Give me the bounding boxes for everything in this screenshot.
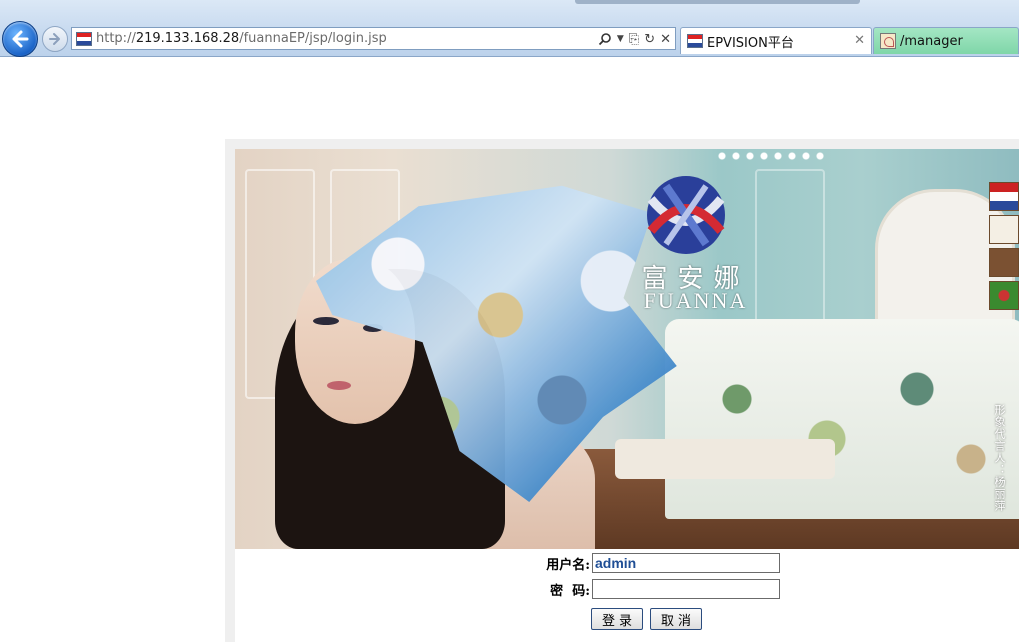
search-icon[interactable] — [598, 32, 612, 46]
bench — [615, 439, 835, 479]
compat-view-icon[interactable]: ⎘ — [629, 32, 639, 47]
chandelier — [715, 149, 825, 163]
username-label: 用户名: — [546, 557, 590, 573]
password-input[interactable] — [592, 579, 780, 599]
model-lips — [327, 381, 351, 390]
refresh-icon[interactable]: ↻ — [644, 32, 655, 47]
fuanna-logo-icon — [647, 176, 725, 254]
tab-flag-icon — [687, 34, 703, 48]
banner-image: 富安娜 FUANNA 形象代言人：杨丽萍 — [235, 149, 1019, 549]
password-label: 密 码: — [550, 583, 590, 599]
browser-chrome: http://219.133.168.28/fuannaEP/jsp/login… — [0, 0, 1019, 57]
login-button[interactable]: 登录 — [591, 608, 643, 630]
arrow-left-icon — [12, 30, 29, 48]
bed — [665, 319, 1019, 519]
brand-strip — [989, 182, 1019, 317]
brand-flag-icon — [989, 182, 1019, 211]
brand-flower-icon — [989, 281, 1019, 310]
back-button[interactable] — [2, 21, 38, 57]
tab-label: EPVISION平台 — [707, 35, 794, 51]
dropdown-arrow-icon[interactable]: ▼ — [617, 34, 624, 44]
username-row: 用户名: — [235, 552, 780, 574]
tab-manager[interactable]: /manager — [873, 27, 1019, 54]
site-flag-icon — [76, 32, 92, 46]
address-bar[interactable]: http://219.133.168.28/fuannaEP/jsp/login… — [71, 27, 676, 50]
login-frame: 富安娜 FUANNA 形象代言人：杨丽萍 用户名: 密 码: 登录 取消 — [225, 139, 1019, 642]
login-form: 用户名: 密 码: 登录 取消 — [235, 549, 1019, 642]
tab-label: /manager — [900, 33, 963, 49]
model-eye — [313, 317, 339, 325]
address-url[interactable]: http://219.133.168.28/fuannaEP/jsp/login… — [96, 31, 387, 46]
arrow-right-icon — [49, 33, 60, 45]
forward-button[interactable] — [42, 26, 68, 52]
spokesperson-caption: 形象代言人：杨丽萍 — [993, 404, 1006, 512]
title-strip — [575, 0, 860, 4]
tab-epvision[interactable]: EPVISION平台 ✕ — [680, 27, 872, 54]
page-icon — [880, 33, 896, 49]
logo-text-en: FUANNA — [643, 288, 748, 313]
password-row: 密 码: — [235, 578, 780, 600]
username-input[interactable] — [592, 553, 780, 573]
close-icon[interactable]: ✕ — [854, 33, 865, 48]
stop-icon[interactable]: ✕ — [660, 32, 671, 47]
fuanna-logo: 富安娜 FUANNA — [628, 174, 763, 314]
brand-leaf-icon — [989, 215, 1019, 244]
cancel-button[interactable]: 取消 — [650, 608, 702, 630]
brand-verai-icon — [989, 248, 1019, 277]
